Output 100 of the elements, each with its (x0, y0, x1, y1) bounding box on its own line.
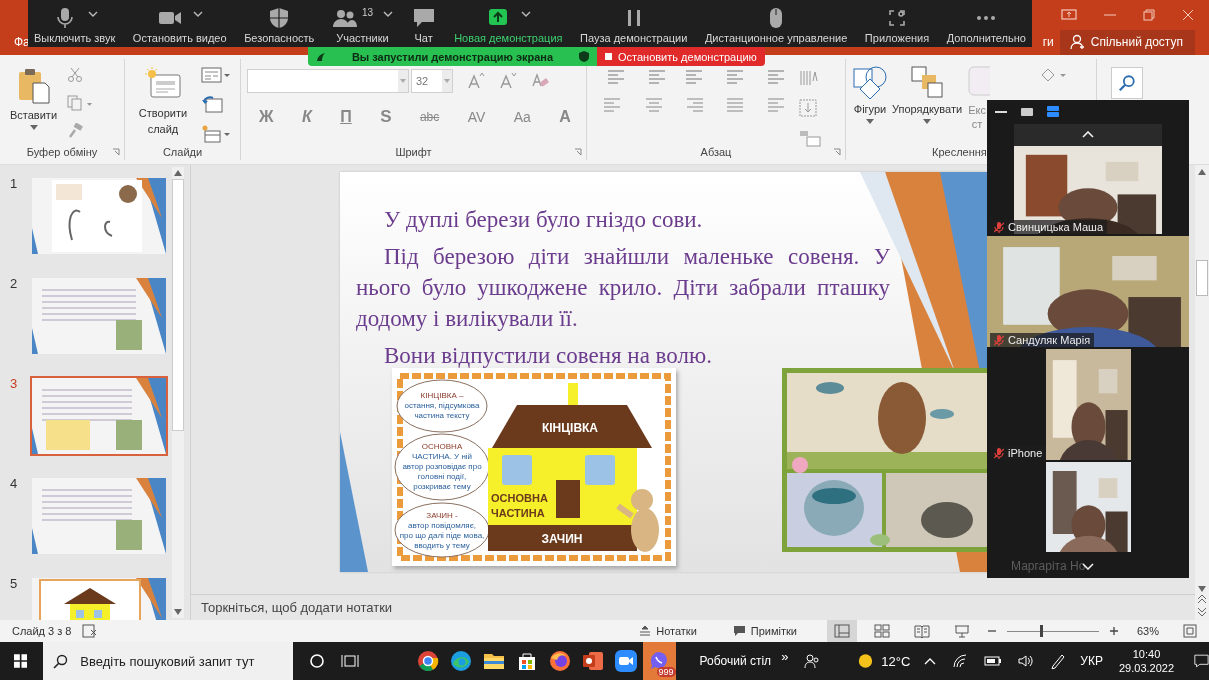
pause-toolbar-button[interactable]: Пауза демонстрации (578, 0, 690, 47)
slider-thumb[interactable] (1040, 625, 1044, 637)
caret-icon[interactable] (383, 11, 393, 17)
shield-toolbar-button[interactable]: Безопасность (242, 0, 317, 47)
stop-share-button[interactable]: Остановить демонстрацию (597, 47, 765, 66)
smartart-icon[interactable] (799, 128, 823, 147)
font-size-field[interactable]: 32 (411, 68, 453, 93)
zoom-percent[interactable]: 63% (1136, 625, 1159, 637)
shrink-font-icon[interactable] (499, 71, 517, 90)
slide-paragraph: У дуплі берези було гніздо сови. (383, 206, 704, 234)
search-icon (1118, 72, 1136, 93)
sun-icon[interactable] (858, 652, 874, 670)
dialog-launcher-icon[interactable] (833, 148, 841, 156)
house-label: ЗАЧИН (541, 532, 583, 546)
speech-bubble: КІНЦІВКА – остання, підсумкова частина тексту (396, 379, 488, 433)
caret-icon[interactable] (192, 11, 203, 17)
slide-number: 1 (10, 176, 19, 191)
video-toolbar-button[interactable]: Остановить видео (130, 0, 229, 47)
fit-slide-icon[interactable] (1183, 624, 1197, 638)
caret-icon[interactable] (521, 11, 532, 17)
slide-thumbnail[interactable] (30, 376, 168, 456)
stop-icon (605, 53, 612, 60)
next-slide-icon[interactable] (1198, 607, 1206, 616)
slide-paragraph: Під березою діти знайшли маленьке совеня. У нього було ушкоджене крило. Діти забрали пташку додому і вилікували її. (356, 243, 890, 333)
people-toolbar-button[interactable]: 13 Участники (329, 0, 395, 47)
scrollbar[interactable] (172, 167, 184, 618)
windows-start-icon[interactable] (14, 653, 28, 669)
clear-format-icon[interactable] (531, 71, 549, 90)
more-toolbar-button[interactable]: Дополнительно (944, 0, 1028, 47)
app-icon (416, 649, 441, 673)
notification-badge: 999 (656, 667, 676, 677)
scrollbar-thumb[interactable] (172, 179, 184, 431)
volume-icon[interactable] (1018, 654, 1035, 668)
bear-drawing (616, 489, 659, 552)
previous-slide-icon[interactable] (1198, 595, 1206, 604)
arrange-button[interactable]: Упорядкувати (892, 58, 963, 124)
sharing-notice: Вы запустили демонстрацию экрана (308, 47, 597, 66)
wifi-icon[interactable] (952, 654, 969, 668)
search-button[interactable] (1111, 66, 1143, 99)
normal-view-button[interactable] (826, 620, 857, 642)
accessibility-icon[interactable] (81, 624, 98, 638)
single-view-icon[interactable] (1021, 107, 1033, 116)
participant-name: Свинцицька Маша (1008, 221, 1104, 234)
language-indicator[interactable]: УКР (1080, 654, 1103, 668)
group-title: Слайди (162, 146, 203, 158)
comments-button[interactable]: Примітки (726, 624, 803, 638)
copy-icon[interactable] (67, 94, 94, 111)
notes-placeholder[interactable]: Торкніться, щоб додати нотатки (201, 600, 393, 616)
app-icon (449, 649, 474, 673)
people-icon[interactable] (804, 653, 821, 669)
zoom-in-icon[interactable] (1108, 626, 1119, 636)
speech-bubble: ЗАЧИН - автор повідомляє, про що далі піде мова, вводить у тему (394, 502, 490, 558)
group-title: Креслення (932, 146, 987, 158)
slide-number: 4 (10, 476, 19, 491)
desktop-label[interactable]: Робочий стіл (699, 654, 772, 668)
layout-icon[interactable] (201, 66, 231, 83)
caret-icon (400, 78, 406, 83)
notification-icon[interactable] (1194, 653, 1209, 669)
notes-button[interactable]: Нотатки (633, 624, 703, 638)
font-name-field[interactable] (247, 68, 409, 93)
cortana-icon[interactable] (308, 653, 325, 669)
new-slide-button[interactable]: Створити слайд (131, 58, 195, 137)
close-icon[interactable] (1182, 8, 1194, 21)
clock-date[interactable]: 29.03.2022 (1119, 661, 1175, 675)
task-view-icon[interactable] (340, 653, 359, 669)
scrollbar-thumb[interactable] (1196, 260, 1208, 296)
battery-icon[interactable] (984, 655, 1003, 667)
scissors-icon[interactable] (67, 66, 84, 83)
reset-icon[interactable] (201, 94, 223, 113)
scroll-up-icon[interactable] (1082, 131, 1094, 139)
slide-paragraph: Вони відпустили совеня на волю. (383, 342, 713, 370)
format-painter-icon[interactable] (67, 122, 84, 139)
mic-toolbar-button[interactable]: Выключить звук (32, 0, 118, 47)
grow-font-icon[interactable] (467, 71, 485, 90)
dialog-launcher-icon[interactable] (574, 148, 582, 156)
mouse-toolbar-button[interactable]: Дистанционное управление (702, 0, 850, 47)
scrollbar[interactable] (1195, 165, 1209, 620)
people-icon (331, 7, 358, 29)
gallery-view-icon[interactable] (1047, 106, 1059, 118)
taskbar-search-field[interactable]: Введіть пошуковий запит тут (43, 642, 293, 680)
clock-time[interactable]: 10:40 (1132, 647, 1161, 661)
apps-toolbar-button[interactable]: Приложения (862, 0, 932, 47)
restore-icon[interactable] (1143, 8, 1155, 21)
caret-icon[interactable] (87, 11, 98, 17)
section-icon[interactable] (201, 124, 231, 143)
shapes-button[interactable]: Фігури (852, 58, 888, 124)
share-toolbar-button[interactable]: Новая демонстрация (452, 0, 565, 47)
chat-toolbar-button[interactable]: Чат (408, 0, 439, 47)
toolbar-expand[interactable]: » (781, 648, 789, 664)
present-icon[interactable] (1061, 8, 1077, 21)
group-title: Абзац (700, 146, 732, 158)
taskbar-button[interactable]: 999 (642, 642, 676, 680)
chevron-up-icon[interactable] (924, 657, 937, 665)
ribbon-tab[interactable]: ги (1042, 35, 1054, 50)
caret-icon (866, 118, 874, 124)
paste-button[interactable]: Вставити (6, 58, 62, 130)
temperature[interactable]: 12°C (881, 653, 911, 669)
dialog-launcher-icon[interactable] (112, 148, 120, 156)
pen-icon[interactable] (1050, 653, 1067, 669)
share-button[interactable]: Спільний доступ (1059, 29, 1195, 55)
